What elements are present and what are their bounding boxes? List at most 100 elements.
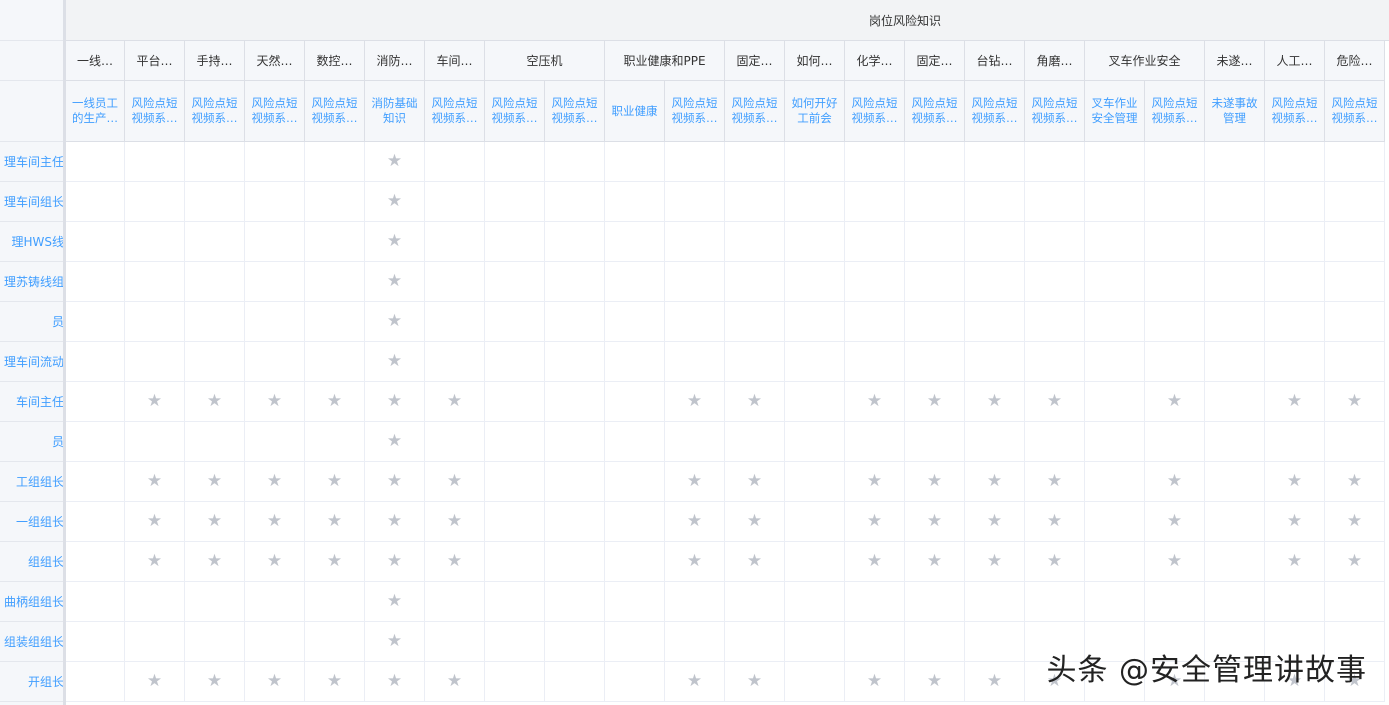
matrix-cell[interactable] bbox=[125, 182, 185, 222]
matrix-cell[interactable] bbox=[845, 222, 905, 262]
matrix-cell[interactable] bbox=[785, 582, 845, 622]
position-row-label[interactable]: 理车间主任 bbox=[0, 142, 64, 182]
matrix-cell[interactable] bbox=[845, 422, 905, 462]
matrix-cell[interactable] bbox=[185, 582, 245, 622]
position-row-label[interactable]: 一组组长 bbox=[0, 502, 64, 542]
matrix-cell[interactable]: ★ bbox=[245, 542, 305, 582]
column-topic-header[interactable]: 化学… bbox=[845, 41, 905, 81]
matrix-cell[interactable] bbox=[66, 222, 125, 262]
column-topic-header[interactable]: 消防… bbox=[365, 41, 425, 81]
matrix-cell[interactable] bbox=[66, 662, 125, 702]
matrix-cell[interactable] bbox=[845, 142, 905, 182]
matrix-cell[interactable] bbox=[1325, 262, 1385, 302]
matrix-cell[interactable] bbox=[185, 182, 245, 222]
column-topic-header[interactable]: 车间… bbox=[425, 41, 485, 81]
matrix-cell[interactable] bbox=[425, 422, 485, 462]
matrix-cell[interactable] bbox=[905, 182, 965, 222]
matrix-cell[interactable] bbox=[785, 342, 845, 382]
matrix-cell[interactable] bbox=[66, 542, 125, 582]
position-row-label[interactable]: 工组组长 bbox=[0, 462, 64, 502]
matrix-cell[interactable] bbox=[785, 262, 845, 302]
matrix-cell[interactable]: ★ bbox=[725, 662, 785, 702]
matrix-cell[interactable] bbox=[605, 182, 665, 222]
matrix-cell[interactable] bbox=[1205, 182, 1265, 222]
course-link[interactable]: 风险点短视频系… bbox=[1145, 81, 1205, 142]
matrix-cell[interactable] bbox=[605, 542, 665, 582]
matrix-cell[interactable] bbox=[665, 142, 725, 182]
column-topic-header[interactable]: 平台… bbox=[125, 41, 185, 81]
column-topic-header[interactable]: 固定… bbox=[725, 41, 785, 81]
matrix-cell[interactable] bbox=[245, 342, 305, 382]
course-link[interactable]: 风险点短视频系… bbox=[425, 81, 485, 142]
position-row-label[interactable]: 员 bbox=[0, 302, 64, 342]
matrix-cell[interactable] bbox=[905, 262, 965, 302]
matrix-cell[interactable] bbox=[545, 142, 605, 182]
matrix-cell[interactable]: ★ bbox=[845, 382, 905, 422]
matrix-cell[interactable] bbox=[1145, 182, 1205, 222]
column-topic-header[interactable]: 职业健康和PPE bbox=[605, 41, 725, 81]
column-topic-header[interactable]: 如何… bbox=[785, 41, 845, 81]
course-link[interactable]: 风险点短视频系… bbox=[725, 81, 785, 142]
matrix-cell[interactable] bbox=[425, 342, 485, 382]
matrix-cell[interactable] bbox=[305, 342, 365, 382]
matrix-cell[interactable] bbox=[485, 662, 545, 702]
position-row-label[interactable]: 组组长 bbox=[0, 542, 64, 582]
matrix-cell[interactable] bbox=[305, 142, 365, 182]
course-link[interactable]: 风险点短视频系… bbox=[1025, 81, 1085, 142]
matrix-cell[interactable] bbox=[785, 142, 845, 182]
matrix-cell[interactable] bbox=[665, 302, 725, 342]
matrix-cell[interactable] bbox=[305, 622, 365, 662]
matrix-cell[interactable]: ★ bbox=[1145, 382, 1205, 422]
matrix-cell[interactable]: ★ bbox=[245, 662, 305, 702]
matrix-cell[interactable] bbox=[485, 462, 545, 502]
matrix-cell[interactable] bbox=[1025, 582, 1085, 622]
matrix-cell[interactable]: ★ bbox=[1325, 542, 1385, 582]
matrix-cell[interactable]: ★ bbox=[365, 422, 425, 462]
matrix-cell[interactable]: ★ bbox=[1025, 542, 1085, 582]
position-row-label[interactable]: 车间主任 bbox=[0, 382, 64, 422]
matrix-cell[interactable] bbox=[485, 382, 545, 422]
matrix-cell[interactable]: ★ bbox=[365, 222, 425, 262]
matrix-cell[interactable] bbox=[905, 142, 965, 182]
matrix-cell[interactable] bbox=[185, 262, 245, 302]
matrix-cell[interactable] bbox=[1205, 582, 1265, 622]
matrix-cell[interactable]: ★ bbox=[665, 502, 725, 542]
matrix-cell[interactable] bbox=[485, 222, 545, 262]
matrix-cell[interactable] bbox=[545, 302, 605, 342]
matrix-cell[interactable]: ★ bbox=[365, 302, 425, 342]
matrix-cell[interactable] bbox=[605, 142, 665, 182]
matrix-cell[interactable]: ★ bbox=[365, 382, 425, 422]
column-topic-header[interactable]: 危险… bbox=[1325, 41, 1385, 81]
matrix-cell[interactable]: ★ bbox=[905, 662, 965, 702]
matrix-cell[interactable] bbox=[665, 622, 725, 662]
matrix-cell[interactable] bbox=[1325, 182, 1385, 222]
matrix-cell[interactable]: ★ bbox=[305, 662, 365, 702]
course-link[interactable]: 风险点短视频系… bbox=[845, 81, 905, 142]
matrix-cell[interactable] bbox=[785, 182, 845, 222]
matrix-cell[interactable]: ★ bbox=[365, 342, 425, 382]
course-link[interactable]: 如何开好工前会 bbox=[785, 81, 845, 142]
course-link[interactable]: 风险点短视频系… bbox=[305, 81, 365, 142]
course-link[interactable]: 未遂事故管理 bbox=[1205, 81, 1265, 142]
matrix-cell[interactable] bbox=[1205, 302, 1265, 342]
matrix-cell[interactable]: ★ bbox=[845, 662, 905, 702]
matrix-cell[interactable] bbox=[845, 302, 905, 342]
matrix-cell[interactable] bbox=[665, 262, 725, 302]
matrix-cell[interactable] bbox=[1145, 262, 1205, 302]
matrix-cell[interactable]: ★ bbox=[725, 502, 785, 542]
matrix-cell[interactable] bbox=[1145, 342, 1205, 382]
matrix-cell[interactable] bbox=[425, 182, 485, 222]
course-link[interactable]: 风险点短视频系… bbox=[665, 81, 725, 142]
matrix-cell[interactable] bbox=[1145, 422, 1205, 462]
matrix-cell[interactable] bbox=[245, 262, 305, 302]
matrix-cell[interactable] bbox=[66, 182, 125, 222]
matrix-cell[interactable] bbox=[545, 462, 605, 502]
matrix-cell[interactable] bbox=[605, 222, 665, 262]
matrix-cell[interactable] bbox=[785, 502, 845, 542]
matrix-cell[interactable] bbox=[1085, 382, 1145, 422]
matrix-cell[interactable] bbox=[905, 222, 965, 262]
matrix-cell[interactable] bbox=[185, 342, 245, 382]
matrix-cell[interactable] bbox=[425, 582, 485, 622]
matrix-cell[interactable]: ★ bbox=[725, 382, 785, 422]
matrix-cell[interactable] bbox=[245, 182, 305, 222]
